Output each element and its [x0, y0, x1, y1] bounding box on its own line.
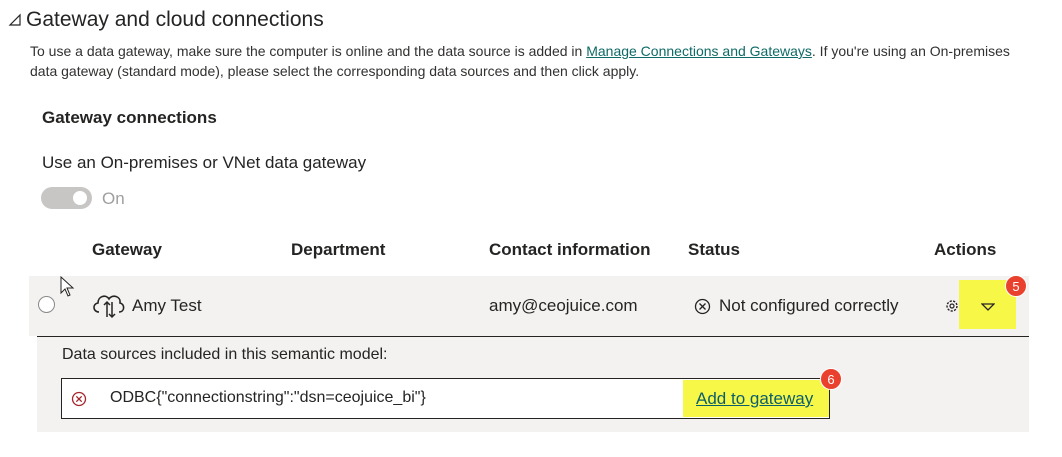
annotation-badge-5: 5 — [1005, 275, 1027, 297]
add-to-gateway-link[interactable]: Add to gateway — [696, 389, 813, 409]
gear-icon[interactable] — [944, 298, 960, 314]
column-header-department: Department — [291, 240, 386, 259]
gateway-connections-title: Gateway connections — [42, 108, 217, 127]
triangle-collapse-icon[interactable] — [8, 13, 22, 27]
error-circle-icon — [694, 298, 711, 314]
section-description: To use a data gateway, make sure the com… — [30, 41, 1030, 81]
toggle-state-text: On — [102, 189, 125, 208]
gateway-contact: amy@ceojuice.com — [489, 296, 638, 315]
data-sources-label: Data sources included in this semantic m… — [62, 346, 388, 363]
description-text-before: To use a data gateway, make sure the com… — [30, 43, 587, 59]
gateway-toggle-label: Use an On-premises or VNet data gateway — [42, 153, 367, 172]
column-header-gateway: Gateway — [92, 240, 162, 259]
column-header-actions: Actions — [934, 240, 997, 259]
gateway-toggle[interactable] — [41, 187, 92, 209]
gateway-name: Amy Test — [132, 296, 202, 315]
section-title-text: Gateway and cloud connections — [26, 8, 324, 31]
cloud-gateway-icon — [93, 295, 125, 319]
column-header-status: Status — [688, 240, 740, 259]
gateway-status-text: Not configured correctly — [719, 296, 899, 315]
manage-connections-link[interactable]: Manage Connections and Gateways — [586, 43, 812, 59]
section-title[interactable]: Gateway and cloud connections — [8, 8, 324, 32]
data-source-name: ODBC{"connectionstring":"dsn=ceojuice_bi… — [110, 389, 426, 406]
gateway-radio[interactable] — [38, 296, 55, 313]
toggle-knob — [73, 191, 87, 205]
column-header-contact: Contact information — [489, 240, 651, 259]
mouse-cursor-icon — [60, 276, 75, 297]
annotation-badge-6: 6 — [820, 368, 842, 390]
chevron-down-icon[interactable] — [981, 302, 995, 312]
error-circle-icon — [71, 391, 87, 407]
gateway-status: Not configured correctly — [694, 296, 899, 316]
